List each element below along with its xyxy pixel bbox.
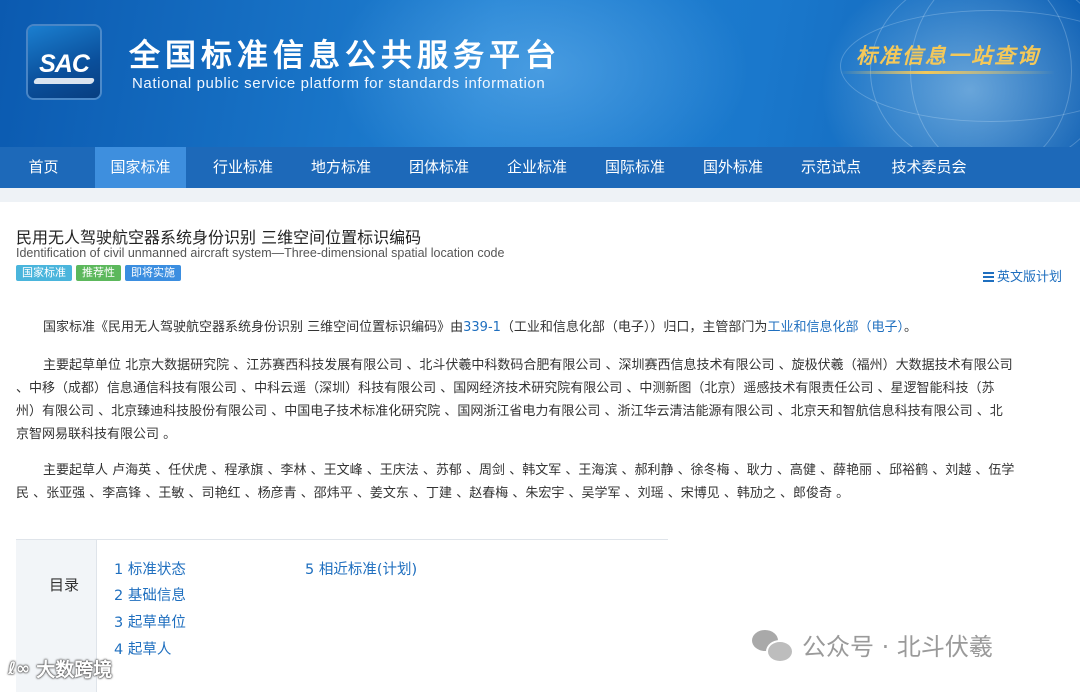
toc-item-similar-standards[interactable]: 5 相近标准(计划)	[305, 558, 417, 579]
drafting-units-paragraph: 主要起草单位 北京大数据研究院 、江苏赛西科技发展有限公司 、北斗伏羲中科数码合…	[16, 354, 1060, 446]
site-subtitle: National public service platform for sta…	[132, 75, 546, 92]
toc-item-basic-info[interactable]: 2 基础信息	[114, 584, 186, 605]
standard-title: 民用无人驾驶航空器系统身份识别 三维空间位置标识编码	[16, 228, 422, 247]
slogan-underline	[840, 71, 1055, 74]
toc-item-standard-status[interactable]: 1 标准状态	[114, 558, 186, 579]
drafters-line: 主要起草人 卢海英 、任伏虎 、程承旗 、李林 、王文峰 、王庆法 、苏郁 、周…	[43, 463, 1015, 478]
drafting-units-line: 州）有限公司 、北京臻迪科技股份有限公司 、中国电子技术标准化研究院 、国网浙江…	[16, 404, 1003, 419]
nav-item-foreign-standards[interactable]: 国外标准	[684, 147, 782, 188]
wechat-icon	[752, 628, 794, 663]
main-nav: 首页 国家标准 行业标准 地方标准 团体标准 企业标准 国际标准 国外标准 示范…	[0, 147, 1080, 188]
intro-prefix: 国家标准《民用无人驾驶航空器系统身份识别 三维空间位置标识编码》由	[43, 320, 464, 335]
nav-item-home[interactable]: 首页	[0, 147, 87, 188]
drafting-units-line: 京智网易联科技有限公司 。	[16, 427, 177, 442]
logo-text: SAC	[39, 50, 90, 78]
nav-item-international-standards[interactable]: 国际标准	[586, 147, 684, 188]
intro-middle: （工业和信息化部（电子））归口，主管部门为	[500, 320, 768, 335]
site-banner: SAC 全国标准信息公共服务平台 National public service…	[0, 0, 1080, 147]
toc-item-drafters[interactable]: 4 起草人	[114, 638, 171, 659]
nav-item-enterprise-standards[interactable]: 企业标准	[488, 147, 586, 188]
intro-suffix: 。	[903, 320, 917, 335]
badge-recommended: 推荐性	[76, 265, 121, 281]
watermark-logo-icon: ℓ∞	[8, 658, 31, 679]
tc-code-link[interactable]: 339-1	[463, 320, 501, 335]
drafting-units-line: 、中移（成都）信息通信科技有限公司 、中科云遥（深圳）科技有限公司 、国网经济技…	[16, 381, 995, 396]
toc-label: 目录	[49, 576, 80, 594]
nav-item-pilot-demo[interactable]: 示范试点	[782, 147, 880, 188]
drafters-line: 民 、张亚强 、李高锋 、王敏 、司艳红 、杨彦青 、邵炜平 、姜文东 、丁建 …	[16, 486, 850, 501]
slogan: 标准信息一站查询	[856, 43, 1040, 68]
table-of-contents: 目录 1 标准状态 2 基础信息 3 起草单位 4 起草人 5 相近标准(计划)	[16, 539, 668, 692]
corner-watermark: ℓ∞ 大数跨境	[8, 655, 112, 682]
wechat-watermark-text: 公众号 · 北斗伏羲	[802, 633, 993, 661]
authority-link[interactable]: 工业和信息化部（电子）	[767, 320, 904, 335]
sac-logo[interactable]: SAC	[28, 26, 100, 98]
section-divider	[0, 188, 1080, 202]
badge-national-standard: 国家标准	[16, 265, 72, 281]
badge-upcoming: 即将实施	[125, 265, 181, 281]
nav-item-industry-standards[interactable]: 行业标准	[194, 147, 292, 188]
intro-paragraph: 国家标准《民用无人驾驶航空器系统身份识别 三维空间位置标识编码》由339-1（工…	[16, 316, 1060, 339]
toc-item-drafting-units[interactable]: 3 起草单位	[114, 611, 186, 632]
wechat-watermark: 公众号 · 北斗伏羲	[752, 627, 993, 663]
logo-swoosh	[32, 78, 96, 84]
corner-watermark-text: 大数跨境	[36, 659, 113, 681]
english-version-plan-label: 英文版计划	[996, 270, 1062, 285]
nav-item-local-standards[interactable]: 地方标准	[292, 147, 390, 188]
standard-title-en: Identification of civil unmanned aircraf…	[16, 246, 505, 260]
nav-item-technical-committees[interactable]: 技术委员会	[880, 147, 978, 188]
standard-header: 民用无人驾驶航空器系统身份识别 三维空间位置标识编码 Identificatio…	[0, 202, 1080, 290]
site-title: 全国标准信息公共服务平台	[129, 38, 561, 74]
english-version-plan-link[interactable]: 英文版计划	[982, 266, 1062, 285]
drafters-paragraph: 主要起草人 卢海英 、任伏虎 、程承旗 、李林 、王文峰 、王庆法 、苏郁 、周…	[16, 459, 1060, 505]
status-badges: 国家标准 推荐性 即将实施	[16, 265, 181, 281]
nav-item-group-standards[interactable]: 团体标准	[390, 147, 488, 188]
list-icon	[982, 272, 994, 282]
drafting-units-line: 主要起草单位 北京大数据研究院 、江苏赛西科技发展有限公司 、北斗伏羲中科数码合…	[43, 358, 1013, 373]
nav-item-national-standards[interactable]: 国家标准	[95, 147, 186, 188]
